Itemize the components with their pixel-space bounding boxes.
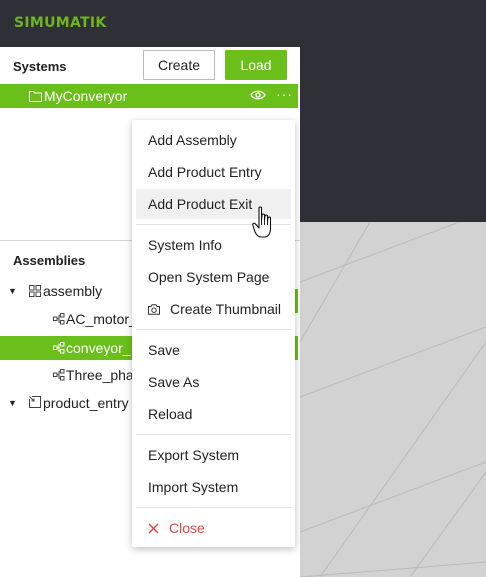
component-icon: [53, 369, 65, 381]
close-icon: [148, 523, 159, 534]
menu-item-add-assembly[interactable]: Add Assembly: [132, 125, 295, 155]
system-name: MyConveryor: [44, 88, 128, 104]
context-menu: Add Assembly Add Product Entry Add Produ…: [132, 120, 295, 547]
menu-item-save-as[interactable]: Save As: [132, 367, 295, 397]
tree-label: product_entry: [43, 395, 129, 411]
tree-label: assembly: [43, 283, 103, 299]
tree-label: conveyor_: [66, 340, 131, 356]
menu-item-save[interactable]: Save: [132, 335, 295, 365]
menu-item-label: Close: [169, 520, 205, 536]
caret-down-icon[interactable]: ▼: [8, 398, 17, 408]
menu-item-close[interactable]: Close: [132, 513, 295, 543]
menu-item-open-system-page[interactable]: Open System Page: [132, 262, 295, 292]
menu-item-export-system[interactable]: Export System: [132, 440, 295, 470]
menu-separator: [136, 507, 291, 508]
tree-label: Three_pha: [66, 367, 132, 383]
assembly-icon: [29, 285, 41, 297]
menu-separator: [136, 434, 291, 435]
component-icon: [53, 342, 65, 354]
system-row-selected[interactable]: MyConveryor ···: [0, 84, 298, 108]
folder-icon: [29, 91, 42, 102]
component-icon: [53, 313, 65, 325]
menu-separator: [136, 329, 291, 330]
simumatik-logo: SIMUMATIK: [14, 12, 107, 34]
menu-item-add-product-entry[interactable]: Add Product Entry: [132, 157, 295, 187]
viewport-grid: [300, 222, 486, 577]
systems-title: Systems: [13, 59, 67, 74]
menu-item-reload[interactable]: Reload: [132, 399, 295, 429]
tree-label: AC_motor_: [66, 311, 132, 327]
eye-icon[interactable]: [250, 89, 266, 101]
menu-item-label: Create Thumbnail: [170, 301, 282, 317]
more-options-icon[interactable]: ···: [276, 86, 293, 102]
assemblies-title: Assemblies: [13, 253, 86, 268]
logo-text: SIMUMATIK: [14, 15, 107, 31]
caret-down-icon[interactable]: ▼: [8, 286, 17, 296]
load-button[interactable]: Load: [225, 50, 287, 80]
menu-item-import-system[interactable]: Import System: [132, 472, 295, 502]
3d-viewport[interactable]: [300, 222, 486, 577]
product-entry-icon: [29, 396, 41, 408]
hand-pointer-icon: [252, 206, 272, 238]
menu-item-create-thumbnail[interactable]: Create Thumbnail: [132, 294, 295, 324]
camera-icon: [148, 303, 160, 315]
create-button[interactable]: Create: [143, 50, 215, 80]
